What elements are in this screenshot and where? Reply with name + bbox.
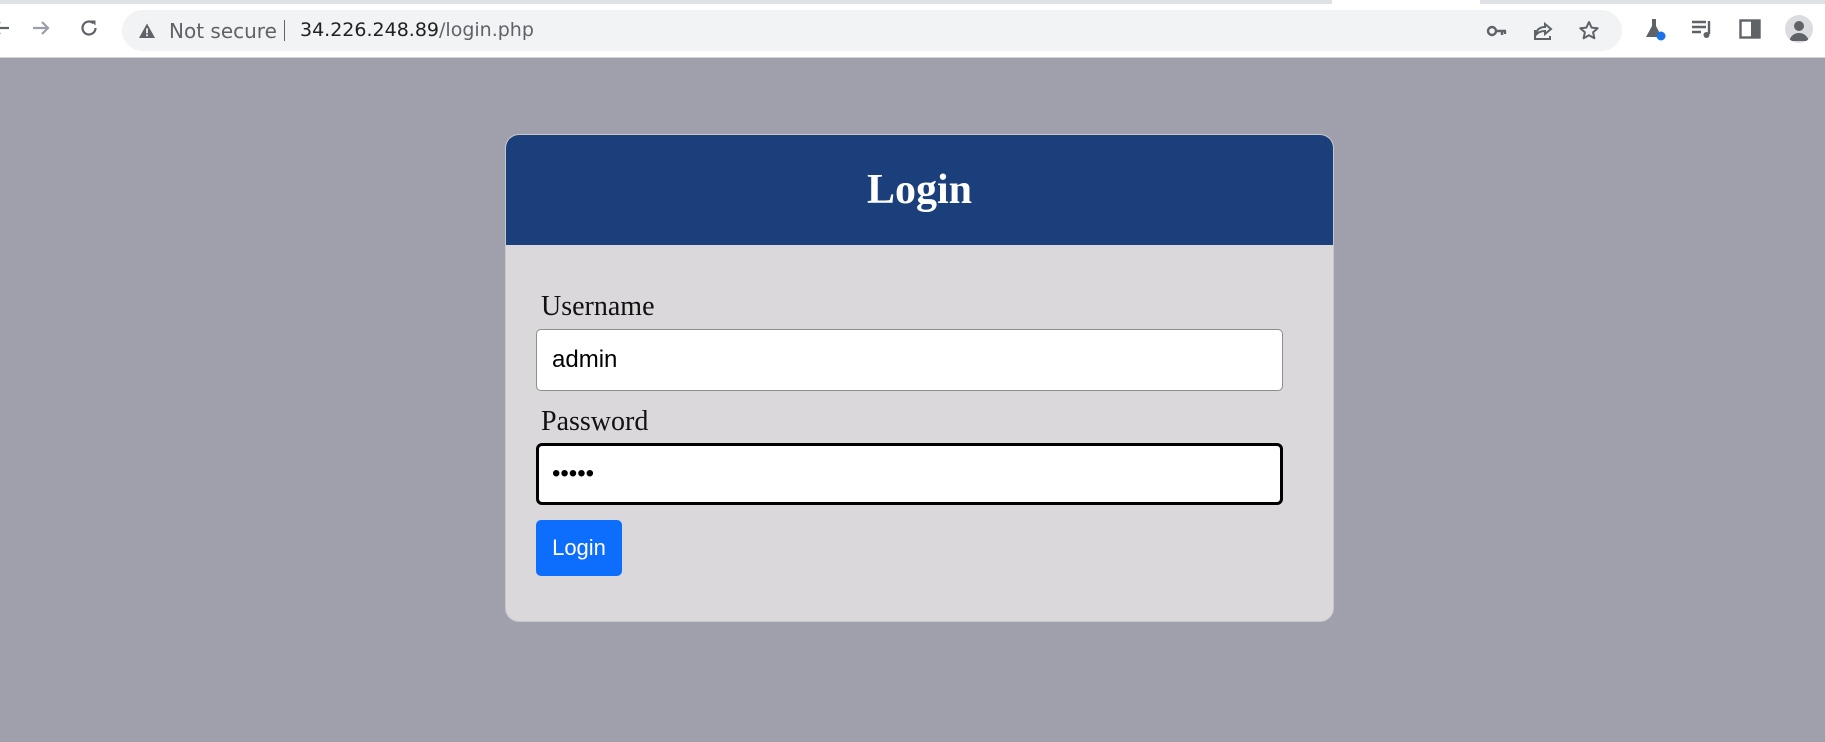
security-label: Not secure — [169, 18, 277, 43]
forward-arrow-icon[interactable] — [26, 13, 56, 43]
browser-toolbar: Not secure 34.226.248.89/login.php — [0, 0, 1825, 58]
omnibox-divider — [284, 20, 285, 41]
address-bar[interactable]: Not secure 34.226.248.89/login.php — [122, 10, 1622, 51]
login-title: Login — [866, 167, 973, 213]
security-chip[interactable]: Not secure — [138, 10, 277, 51]
tab-strip-edge — [1480, 0, 1825, 4]
warning-icon — [139, 23, 155, 38]
reload-icon[interactable] — [74, 13, 104, 43]
url-path: /login.php — [439, 19, 534, 41]
labs-flask-icon[interactable] — [1640, 15, 1668, 43]
tab-strip-edge — [0, 0, 1332, 4]
password-input[interactable] — [536, 443, 1283, 505]
login-card-header: Login — [506, 135, 1333, 245]
url-text[interactable]: 34.226.248.89/login.php — [300, 10, 534, 51]
star-icon[interactable] — [1576, 18, 1602, 44]
side-panel-icon[interactable] — [1736, 15, 1764, 43]
username-input[interactable] — [536, 329, 1283, 391]
url-host: 34.226.248.89 — [300, 19, 440, 41]
reading-list-icon[interactable] — [1688, 15, 1716, 43]
username-label: Username — [541, 291, 655, 322]
share-icon[interactable] — [1530, 18, 1556, 44]
key-icon[interactable] — [1484, 18, 1510, 44]
profile-icon[interactable] — [1785, 15, 1813, 43]
login-card: Login Username Password Login — [505, 134, 1334, 622]
login-button[interactable]: Login — [536, 520, 622, 576]
back-arrow-icon[interactable] — [0, 13, 16, 43]
password-label: Password — [541, 406, 649, 437]
